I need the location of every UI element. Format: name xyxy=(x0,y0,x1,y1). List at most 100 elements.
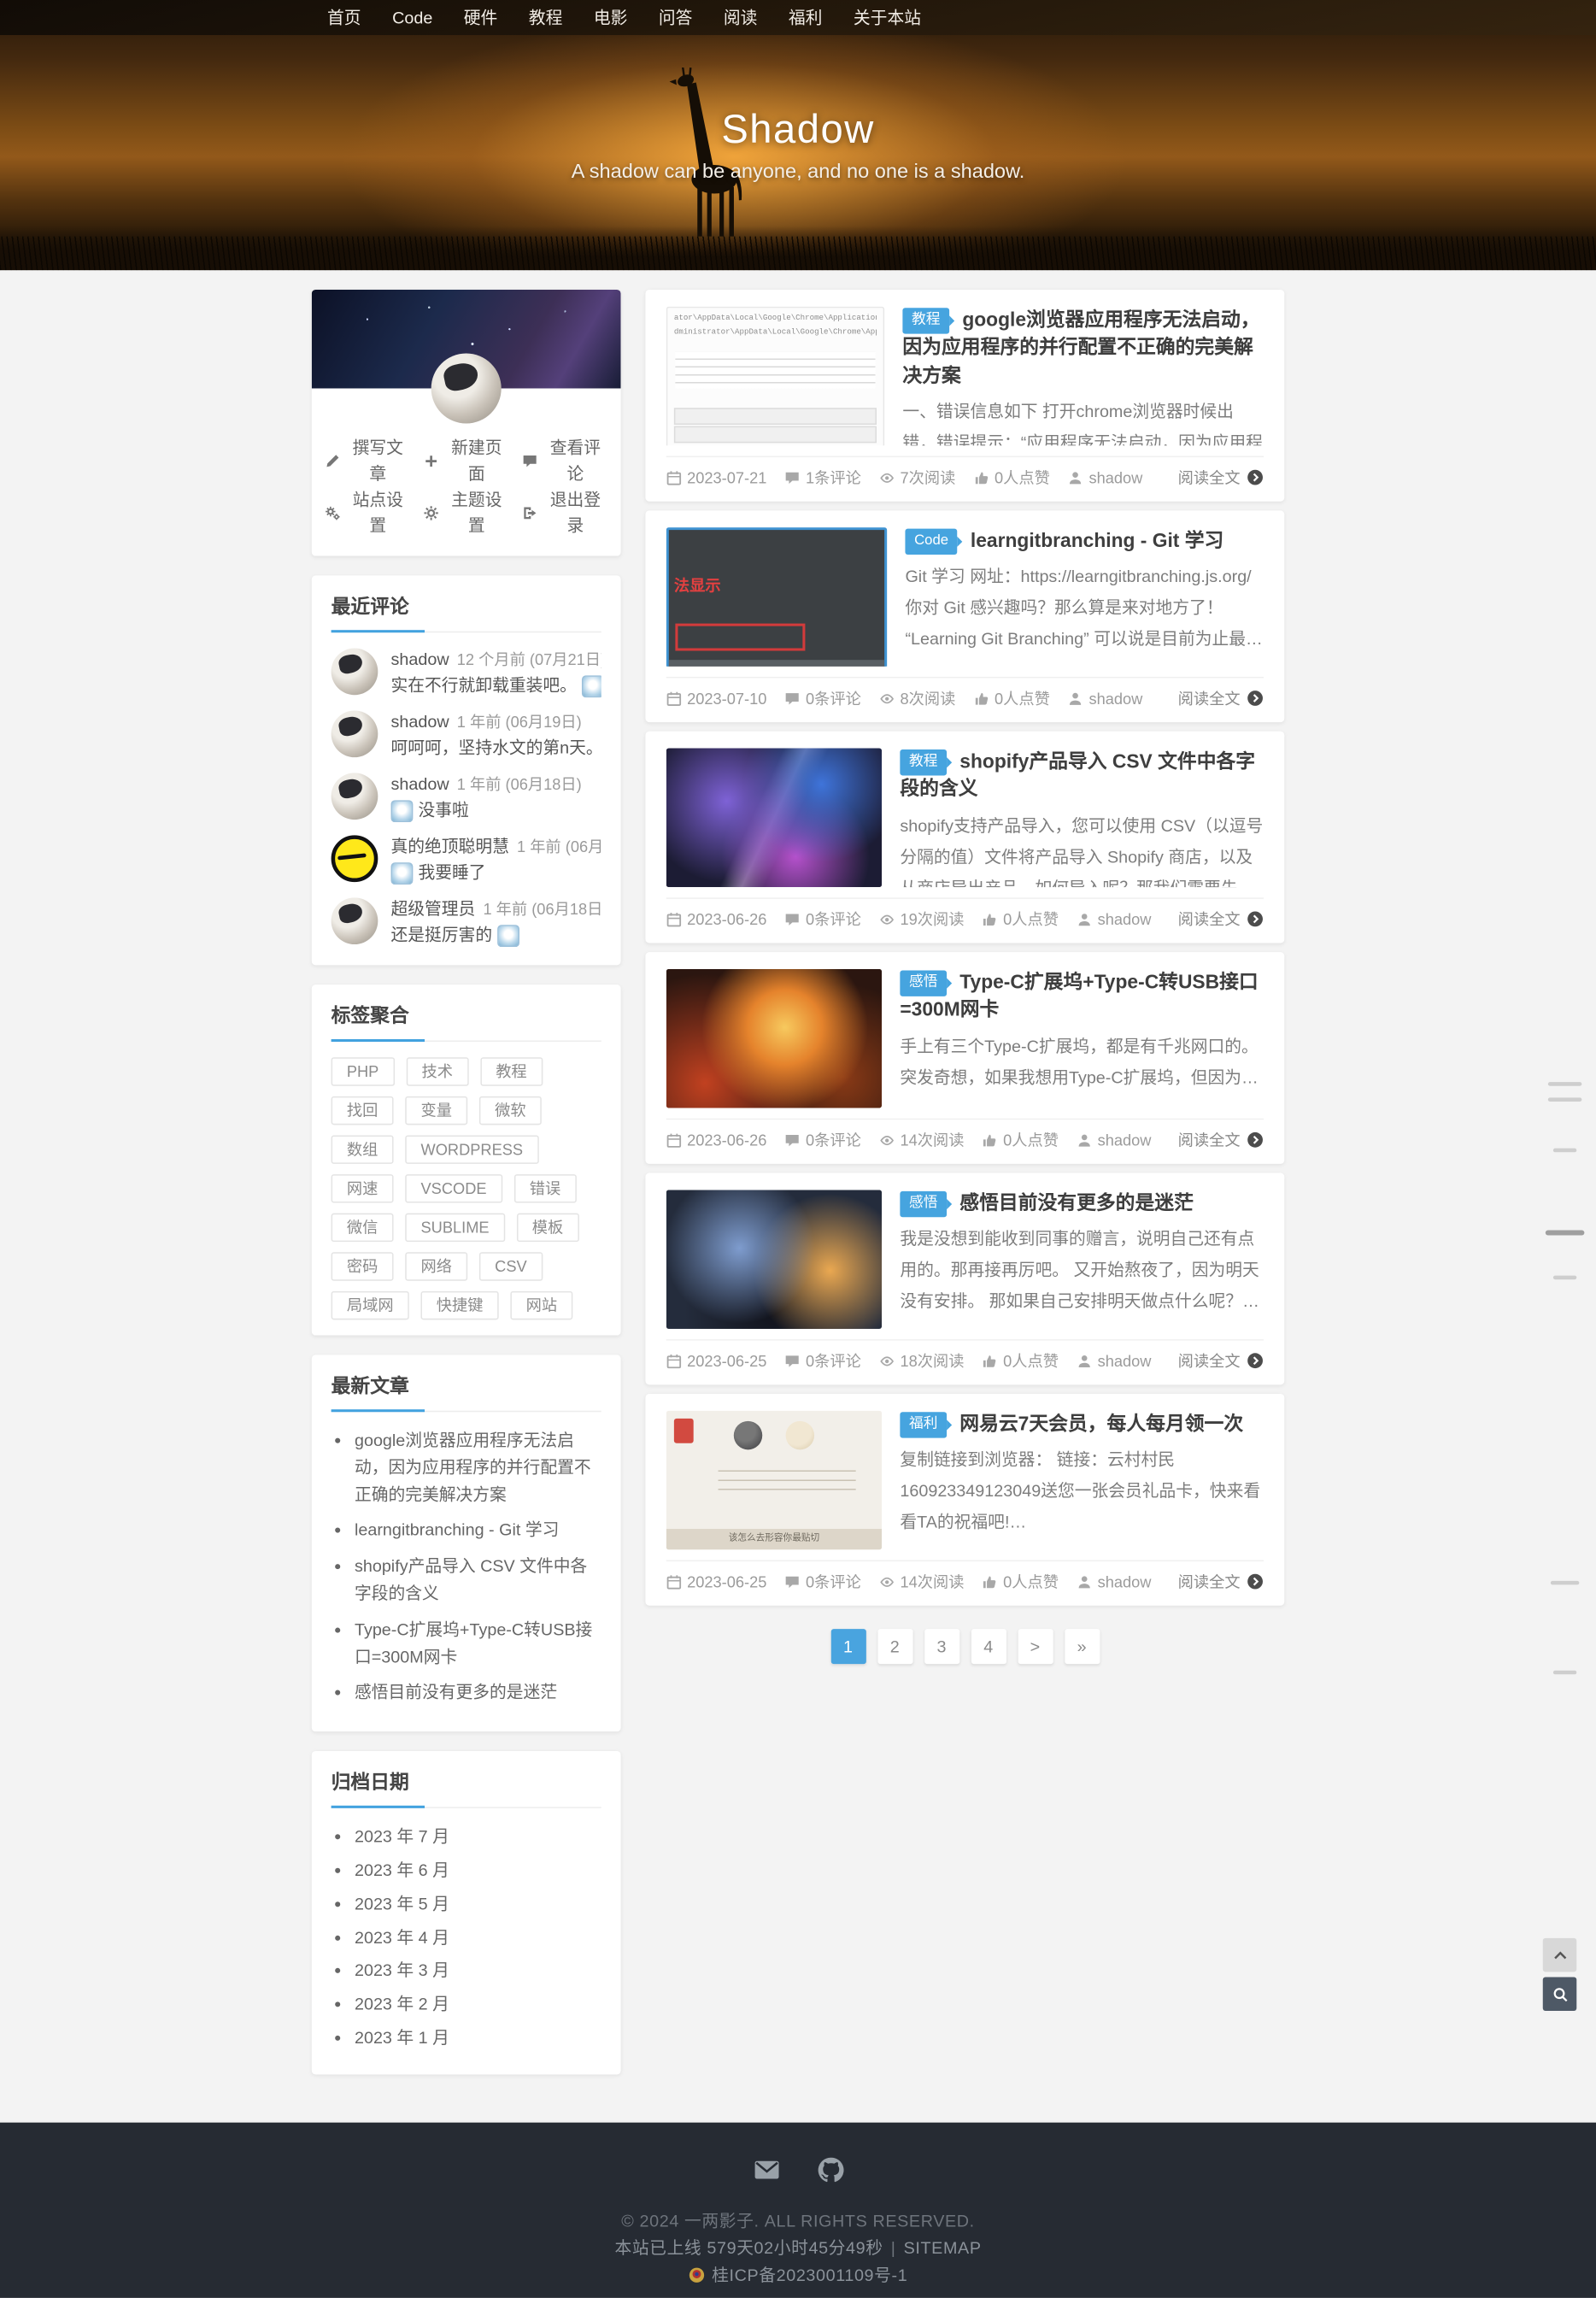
site-settings-link[interactable]: 站点设置 xyxy=(325,487,410,539)
archive-link[interactable]: 2023 年 6 月 xyxy=(355,1858,601,1885)
category-badge[interactable]: Code xyxy=(905,529,957,555)
tag-chip[interactable]: 数组 xyxy=(332,1135,394,1163)
user-icon xyxy=(1077,1573,1092,1589)
read-more-link[interactable]: 阅读全文 xyxy=(1178,908,1264,930)
sitemap-link[interactable]: SITEMAP xyxy=(904,2238,982,2258)
category-badge[interactable]: 感悟 xyxy=(900,1191,947,1217)
tag-chip[interactable]: WORDPRESS xyxy=(405,1135,538,1163)
nav-item-tutorial[interactable]: 教程 xyxy=(513,0,578,35)
article-title[interactable]: Type-C扩展坞+Type-C转USB接口=300M网卡 xyxy=(900,972,1258,1021)
article-title[interactable]: shopify产品导入 CSV 文件中各字段的含义 xyxy=(900,751,1255,801)
latest-post-link[interactable]: 感悟目前没有更多的是迷茫 xyxy=(355,1680,601,1707)
logout-link[interactable]: 退出登录 xyxy=(522,487,607,539)
tag-chip[interactable]: 微信 xyxy=(332,1214,394,1242)
comment-icon xyxy=(522,453,537,468)
tag-chip[interactable]: 网速 xyxy=(332,1174,394,1202)
article-thumbnail[interactable]: 该怎么去形容你最贴切 xyxy=(666,1411,882,1550)
article-thumbnail[interactable] xyxy=(666,749,882,888)
avatar[interactable] xyxy=(431,353,502,423)
nav-item-welfare[interactable]: 福利 xyxy=(773,0,838,35)
archive-link[interactable]: 2023 年 5 月 xyxy=(355,1891,601,1919)
read-more-link[interactable]: 阅读全文 xyxy=(1178,1571,1264,1593)
tag-chip[interactable]: 快捷键 xyxy=(421,1291,499,1319)
archive-link[interactable]: 2023 年 2 月 xyxy=(355,1991,601,2019)
comment-item[interactable]: shadow12 个月前 (07月21日) 实在不行就卸载重装吧。 xyxy=(332,648,601,697)
tag-chip[interactable]: PHP xyxy=(332,1057,395,1085)
tag-chip[interactable]: 微软 xyxy=(479,1096,542,1125)
article-thumbnail[interactable] xyxy=(666,969,882,1108)
comment-item[interactable]: 超级管理员1 年前 (06月18日) 还是挺厉害的 xyxy=(332,897,601,947)
search-button[interactable] xyxy=(1543,1977,1577,2011)
view-comments-link[interactable]: 查看评论 xyxy=(522,435,607,487)
article-card: 感悟Type-C扩展坞+Type-C转USB接口=300M网卡 手上有三个Typ… xyxy=(645,952,1284,1164)
latest-post-link[interactable]: shopify产品导入 CSV 文件中各字段的含义 xyxy=(355,1554,601,1607)
article-thumbnail[interactable]: ator\AppData\Local\Google\Chrome\Applica… xyxy=(666,307,884,446)
read-more-link[interactable]: 阅读全文 xyxy=(1178,687,1264,709)
tag-chip[interactable]: 模板 xyxy=(517,1214,579,1242)
email-link[interactable] xyxy=(753,2156,780,2190)
read-more-link[interactable]: 阅读全文 xyxy=(1178,1129,1264,1151)
category-badge[interactable]: 教程 xyxy=(900,749,947,775)
category-badge[interactable]: 福利 xyxy=(900,1412,947,1437)
page-3[interactable]: 3 xyxy=(924,1629,959,1664)
content-wrap: 撰写文章 新建页面 查看评论 站点设置 主题设置 退出登录 最近评论 shado… xyxy=(312,290,1284,2094)
nav-item-code[interactable]: Code xyxy=(377,0,449,35)
article-title[interactable]: google浏览器应用程序无法启动，因为应用程序的并行配置不正确的完美解决方案 xyxy=(902,309,1259,387)
nav-item-hardware[interactable]: 硬件 xyxy=(449,0,513,35)
comment-item[interactable]: shadow1 年前 (06月19日) 呵呵呵，坚持水文的第n天。 :baila… xyxy=(332,710,601,760)
tag-chip[interactable]: SUBLIME xyxy=(405,1214,505,1242)
page-1[interactable]: 1 xyxy=(830,1629,865,1664)
tag-chip[interactable]: VSCODE xyxy=(405,1174,502,1202)
tag-chip[interactable]: 技术 xyxy=(406,1057,468,1085)
tag-chip[interactable]: 错误 xyxy=(513,1174,576,1202)
thumbs-up-icon xyxy=(983,1573,998,1589)
comment-item[interactable]: shadow1 年前 (06月18日) 没事啦 xyxy=(332,773,601,822)
archive-link[interactable]: 2023 年 4 月 xyxy=(355,1925,601,1952)
nav-item-about[interactable]: 关于本站 xyxy=(838,0,937,35)
latest-post-link[interactable]: Type-C扩展坞+Type-C转USB接口=300M网卡 xyxy=(355,1617,601,1671)
page-2[interactable]: 2 xyxy=(877,1629,912,1664)
archive-link[interactable]: 2023 年 3 月 xyxy=(355,1958,601,1985)
new-page-link[interactable]: 新建页面 xyxy=(424,435,509,487)
tag-chip[interactable]: 局域网 xyxy=(332,1291,409,1319)
site-subtitle: A shadow can be anyone, and no one is a … xyxy=(0,161,1596,184)
tag-chip[interactable]: 变量 xyxy=(405,1096,467,1125)
latest-post-link[interactable]: google浏览器应用程序无法启动，因为应用程序的并行配置不正确的完美解决方案 xyxy=(355,1427,601,1508)
emoji-sticker xyxy=(582,675,601,697)
eye-icon xyxy=(879,1353,895,1368)
sidebar: 撰写文章 新建页面 查看评论 站点设置 主题设置 退出登录 最近评论 shado… xyxy=(312,290,621,2094)
tag-chip[interactable]: CSV xyxy=(479,1252,543,1280)
category-badge[interactable]: 教程 xyxy=(902,308,949,333)
tag-chip[interactable]: 网络 xyxy=(405,1252,467,1280)
tag-chip[interactable]: 找回 xyxy=(332,1096,394,1125)
page-last[interactable]: » xyxy=(1065,1629,1100,1664)
archive-link[interactable]: 2023 年 1 月 xyxy=(355,2025,601,2053)
read-more-link[interactable]: 阅读全文 xyxy=(1178,1349,1264,1372)
nav-item-home[interactable]: 首页 xyxy=(312,0,377,35)
icp-link[interactable]: 桂ICP备2023001109号-1 xyxy=(712,2261,907,2289)
nav-item-movie[interactable]: 电影 xyxy=(578,0,643,35)
theme-settings-link[interactable]: 主题设置 xyxy=(424,487,509,539)
category-badge[interactable]: 感悟 xyxy=(900,970,947,996)
tag-chip[interactable]: 网站 xyxy=(510,1291,572,1319)
article-title[interactable]: learngitbranching - Git 学习 xyxy=(971,530,1223,552)
write-post-link[interactable]: 撰写文章 xyxy=(325,435,410,487)
page-4[interactable]: 4 xyxy=(971,1629,1006,1664)
latest-post-link[interactable]: learngitbranching - Git 学习 xyxy=(355,1518,601,1545)
nav-item-qa[interactable]: 问答 xyxy=(643,0,708,35)
tag-chip[interactable]: 教程 xyxy=(480,1057,543,1085)
archive-link[interactable]: 2023 年 7 月 xyxy=(355,1824,601,1851)
emoji-sticker xyxy=(497,924,519,946)
github-link[interactable] xyxy=(816,2156,843,2190)
nav-item-reading[interactable]: 阅读 xyxy=(708,0,773,35)
comment-icon xyxy=(785,911,801,926)
article-thumbnail[interactable]: 法显示 xyxy=(666,527,887,667)
read-more-link[interactable]: 阅读全文 xyxy=(1178,467,1264,489)
article-title[interactable]: 网易云7天会员，每人每月领一次 xyxy=(959,1413,1243,1436)
article-title[interactable]: 感悟目前没有更多的是迷茫 xyxy=(959,1192,1194,1214)
comment-item[interactable]: 真的绝顶聪明慧1 年前 (06月18日) 我要睡了 xyxy=(332,835,601,885)
back-to-top-button[interactable] xyxy=(1543,1938,1577,1972)
page-next[interactable]: > xyxy=(1018,1629,1053,1664)
article-thumbnail[interactable] xyxy=(666,1190,882,1329)
tag-chip[interactable]: 密码 xyxy=(332,1252,394,1280)
